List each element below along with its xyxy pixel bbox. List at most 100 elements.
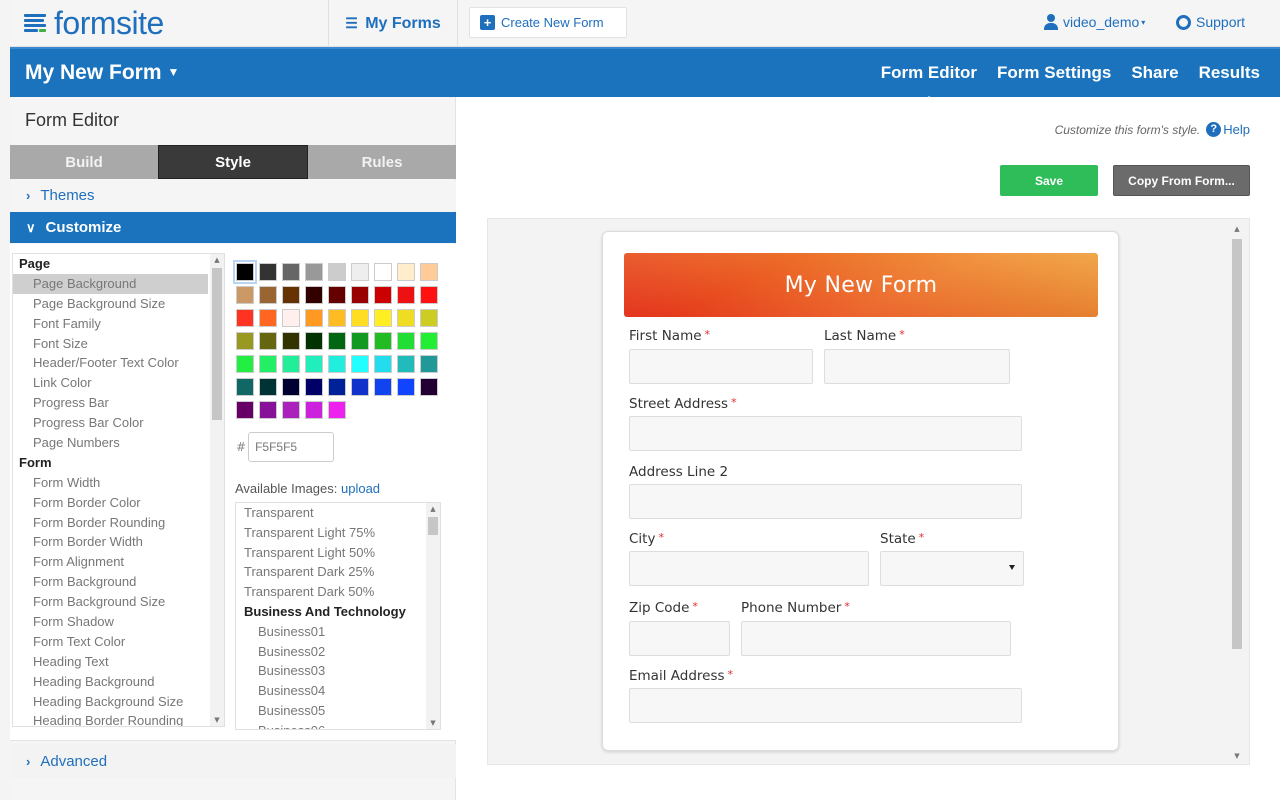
color-swatch[interactable] bbox=[305, 263, 323, 281]
hex-color-input[interactable]: F5F5F5 bbox=[248, 432, 335, 462]
tab-build[interactable]: Build bbox=[10, 145, 158, 179]
tab-rules[interactable]: Rules bbox=[308, 145, 456, 179]
tab-style[interactable]: Style bbox=[158, 145, 308, 179]
tab-share[interactable]: Share bbox=[1131, 63, 1178, 83]
color-swatch[interactable] bbox=[374, 263, 392, 281]
color-swatch[interactable] bbox=[236, 332, 254, 350]
scrollbar-thumb[interactable] bbox=[1232, 239, 1242, 649]
color-swatch[interactable] bbox=[233, 260, 257, 284]
color-swatch[interactable] bbox=[259, 263, 277, 281]
color-swatch[interactable] bbox=[397, 355, 415, 373]
color-swatch[interactable] bbox=[351, 378, 369, 396]
color-swatch[interactable] bbox=[397, 378, 415, 396]
property-item[interactable]: Progress Bar bbox=[13, 393, 208, 413]
color-swatch[interactable] bbox=[236, 355, 254, 373]
last-name-input[interactable] bbox=[824, 349, 1010, 384]
image-option[interactable]: Business05 bbox=[236, 701, 440, 721]
property-item[interactable]: Form Text Color bbox=[13, 632, 208, 652]
color-swatch[interactable] bbox=[305, 332, 323, 350]
scroll-up-icon[interactable]: ▲ bbox=[1231, 225, 1243, 233]
scroll-up-icon[interactable]: ▲ bbox=[426, 505, 440, 513]
image-option[interactable]: Business02 bbox=[236, 642, 440, 662]
property-item[interactable]: Form Shadow bbox=[13, 612, 208, 632]
preview-scrollbar[interactable]: ▲ ▼ bbox=[1231, 225, 1243, 760]
tab-form-settings[interactable]: Form Settings bbox=[997, 63, 1111, 83]
color-swatch[interactable] bbox=[282, 401, 300, 419]
image-option[interactable]: Business03 bbox=[236, 661, 440, 681]
color-swatch[interactable] bbox=[374, 286, 392, 304]
color-swatch[interactable] bbox=[259, 355, 277, 373]
color-swatch[interactable] bbox=[374, 378, 392, 396]
color-swatch[interactable] bbox=[328, 355, 346, 373]
property-item[interactable]: Progress Bar Color bbox=[13, 413, 208, 433]
color-swatch[interactable] bbox=[305, 286, 323, 304]
property-item[interactable]: Font Family bbox=[13, 314, 208, 334]
scrollbar-thumb[interactable] bbox=[212, 268, 222, 420]
color-swatch[interactable] bbox=[282, 263, 300, 281]
color-swatch[interactable] bbox=[351, 355, 369, 373]
color-swatch[interactable] bbox=[282, 332, 300, 350]
property-item[interactable]: Heading Border Rounding bbox=[13, 711, 208, 726]
property-item[interactable]: Page Background Size bbox=[13, 294, 208, 314]
property-item[interactable]: Form Background Size bbox=[13, 592, 208, 612]
color-swatch[interactable] bbox=[351, 332, 369, 350]
color-swatch[interactable] bbox=[397, 309, 415, 327]
color-swatch[interactable] bbox=[236, 401, 254, 419]
scroll-down-icon[interactable]: ▼ bbox=[1231, 752, 1243, 760]
color-swatch[interactable] bbox=[282, 355, 300, 373]
color-swatch[interactable] bbox=[397, 286, 415, 304]
create-new-form-button[interactable]: + Create New Form bbox=[469, 7, 627, 38]
property-item[interactable]: Form Border Color bbox=[13, 493, 208, 513]
customize-section-toggle[interactable]: ∨ Customize bbox=[10, 212, 456, 243]
property-item[interactable]: Form Alignment bbox=[13, 552, 208, 572]
help-link[interactable]: ? Help bbox=[1206, 122, 1250, 137]
property-item[interactable]: Header/Footer Text Color bbox=[13, 353, 208, 373]
property-list-scrollbar[interactable]: ▲ ▼ bbox=[210, 254, 224, 726]
property-item[interactable]: Heading Background Size bbox=[13, 692, 208, 712]
property-item[interactable]: Form Width bbox=[13, 473, 208, 493]
themes-section-toggle[interactable]: › Themes bbox=[10, 180, 456, 211]
property-item[interactable]: Form Border Width bbox=[13, 532, 208, 552]
zip-code-input[interactable] bbox=[629, 621, 730, 656]
color-swatch[interactable] bbox=[236, 378, 254, 396]
color-swatch[interactable] bbox=[420, 309, 438, 327]
color-swatch[interactable] bbox=[374, 332, 392, 350]
color-swatch[interactable] bbox=[351, 286, 369, 304]
image-option[interactable]: Transparent Dark 25% bbox=[236, 562, 440, 582]
color-swatch[interactable] bbox=[420, 355, 438, 373]
color-swatch[interactable] bbox=[282, 378, 300, 396]
scroll-down-icon[interactable]: ▼ bbox=[210, 716, 224, 724]
image-list-scrollbar[interactable]: ▲ ▼ bbox=[426, 503, 440, 729]
color-swatch[interactable] bbox=[259, 401, 277, 419]
color-swatch[interactable] bbox=[328, 378, 346, 396]
color-swatch[interactable] bbox=[282, 286, 300, 304]
tab-form-editor[interactable]: Form Editor bbox=[881, 63, 977, 103]
my-forms-link[interactable]: ☰ My Forms bbox=[328, 0, 458, 47]
copy-from-form-button[interactable]: Copy From Form... bbox=[1113, 165, 1250, 196]
email-address-input[interactable] bbox=[629, 688, 1022, 723]
color-swatch[interactable] bbox=[351, 309, 369, 327]
street-address-input[interactable] bbox=[629, 416, 1022, 451]
save-button[interactable]: Save bbox=[1000, 165, 1098, 196]
color-swatch[interactable] bbox=[420, 263, 438, 281]
color-swatch[interactable] bbox=[397, 263, 415, 281]
color-swatch[interactable] bbox=[374, 355, 392, 373]
color-swatch[interactable] bbox=[328, 332, 346, 350]
upload-link[interactable]: upload bbox=[341, 481, 380, 496]
style-property-list[interactable]: Page Page Background Page Background Size F… bbox=[12, 253, 225, 727]
support-link[interactable]: Support bbox=[1176, 14, 1245, 30]
scroll-up-icon[interactable]: ▲ bbox=[210, 256, 224, 264]
color-swatch[interactable] bbox=[328, 309, 346, 327]
color-swatch[interactable] bbox=[236, 309, 254, 327]
property-item[interactable]: Heading Text bbox=[13, 652, 208, 672]
property-item[interactable]: Heading Background bbox=[13, 672, 208, 692]
color-swatch[interactable] bbox=[259, 378, 277, 396]
color-swatch[interactable] bbox=[305, 401, 323, 419]
state-select[interactable] bbox=[880, 551, 1024, 586]
color-swatch[interactable] bbox=[259, 332, 277, 350]
form-name-dropdown[interactable]: My New Form ▼ bbox=[25, 61, 179, 85]
property-item[interactable]: Form Border Rounding bbox=[13, 513, 208, 533]
color-swatch[interactable] bbox=[282, 309, 300, 327]
user-menu[interactable]: video_demo ▾ bbox=[1044, 14, 1145, 30]
color-swatch[interactable] bbox=[236, 286, 254, 304]
